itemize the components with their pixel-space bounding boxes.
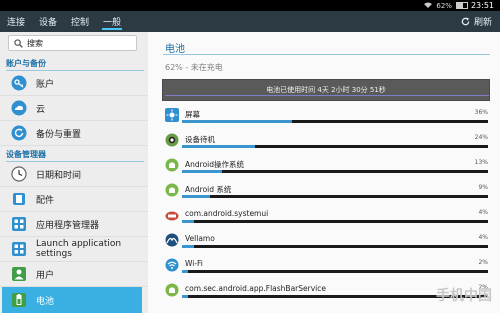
sidebar-item-date-time[interactable]: 日期和时间 — [0, 162, 148, 187]
battery-item-track — [182, 220, 488, 223]
section-device-manager: 设备管理器 — [6, 149, 144, 162]
user-icon — [11, 266, 27, 282]
tab-bar: 连接 设备 控制 一般 刷新 — [0, 11, 500, 32]
battery-usage-graph[interactable]: 电池已使用时间 4天 2小时 30分 51秒 — [162, 79, 490, 101]
backup-icon — [11, 125, 27, 141]
battery-item-name: Vellamo — [185, 234, 215, 243]
sidebar-item-label: 账户 — [36, 79, 55, 90]
sidebar-item-label: 用户 — [36, 270, 55, 281]
battery-panel: 电池 62% - 未在充电 电池已使用时间 4天 2小时 30分 51秒 屏幕 … — [148, 32, 500, 313]
battery-percent: 62% — [436, 1, 452, 10]
battery-item-fill — [182, 245, 195, 248]
battery-item-row[interactable]: 设备待机 24% — [162, 131, 490, 156]
battery-icon — [455, 2, 468, 9]
search-input[interactable]: 搜索 — [8, 35, 137, 51]
sidebar-item-battery[interactable]: 电池 — [2, 287, 142, 313]
watermark: 手机中国 — [436, 288, 492, 304]
status-bar: 62% 23:51 — [0, 0, 500, 11]
android-system-icon — [165, 183, 179, 197]
sidebar-item-app-manager[interactable]: 应用程序管理器 — [0, 212, 148, 237]
settings-sidebar: 搜索 账户与备份 账户 云 备份与重置 设备管理器 日期和时间 配件 应用程序管… — [0, 32, 148, 313]
standby-icon — [165, 133, 179, 147]
sidebar-item-label: 电池 — [36, 296, 55, 307]
clock: 23:51 — [470, 1, 494, 10]
battery-item-track — [182, 245, 488, 248]
vellamo-icon — [165, 233, 179, 247]
sidebar-item-cloud[interactable]: 云 — [0, 96, 148, 121]
battery-item-name: Wi-Fi — [185, 259, 203, 268]
battery-icon — [11, 292, 27, 308]
battery-item-name: Android操作系统 — [185, 160, 244, 169]
sidebar-item-backup-reset[interactable]: 备份与重置 — [0, 121, 148, 146]
search-placeholder: 搜索 — [27, 38, 43, 48]
sidebar-item-label: 备份与重置 — [36, 129, 82, 140]
battery-item-track — [182, 170, 488, 173]
battery-item-fill — [182, 295, 189, 298]
section-accounts-backup: 账户与备份 — [6, 58, 144, 71]
battery-item-name: com.android.systemui — [185, 209, 269, 218]
wifi-icon — [165, 258, 179, 272]
battery-item-row[interactable]: 屏幕 36% — [162, 106, 490, 131]
search-icon — [14, 38, 23, 48]
battery-item-track — [182, 145, 488, 148]
battery-item-percent: 4% — [478, 209, 488, 216]
battery-item-fill — [182, 270, 189, 273]
sidebar-item-launch-settings[interactable]: Launch application settings — [0, 237, 148, 262]
wifi-icon — [424, 2, 433, 10]
android-icon — [165, 158, 179, 172]
tab-device[interactable]: 设备 — [32, 11, 64, 32]
accessory-icon — [11, 191, 27, 207]
battery-item-name: Android 系统 — [185, 185, 232, 194]
battery-item-row[interactable]: Vellamo 4% — [162, 231, 490, 256]
battery-item-row[interactable]: com.android.systemui 4% — [162, 206, 490, 231]
battery-item-fill — [182, 220, 195, 223]
launch-grid-icon — [11, 241, 27, 257]
display-icon — [165, 108, 179, 122]
refresh-label: 刷新 — [473, 18, 492, 28]
battery-item-row[interactable]: Android操作系统 13% — [162, 156, 490, 181]
battery-item-track — [182, 270, 488, 273]
battery-item-percent: 24% — [474, 134, 488, 141]
clock-icon — [11, 166, 27, 182]
battery-item-row[interactable]: Android 系统 9% — [162, 181, 490, 206]
battery-item-row[interactable]: Wi-Fi 2% — [162, 256, 490, 281]
sidebar-item-label: 日期和时间 — [36, 170, 82, 181]
tab-controls[interactable]: 控制 — [64, 11, 96, 32]
battery-item-fill — [182, 195, 210, 198]
battery-item-track — [182, 120, 488, 123]
tab-connections[interactable]: 连接 — [0, 11, 32, 32]
sidebar-item-label: 云 — [36, 104, 46, 115]
page-title: 电池 — [165, 44, 185, 55]
sidebar-item-label: 应用程序管理器 — [36, 220, 100, 231]
battery-item-name: com.sec.android.app.FlashBarService — [185, 284, 326, 293]
key-icon — [11, 75, 27, 91]
battery-item-percent: 4% — [478, 234, 488, 241]
battery-item-name: 设备待机 — [185, 135, 215, 144]
battery-item-percent: 36% — [474, 109, 488, 116]
title-divider — [163, 54, 490, 55]
battery-item-fill — [182, 145, 256, 148]
cloud-icon — [11, 100, 27, 116]
refresh-button[interactable]: 刷新 — [461, 11, 492, 32]
battery-item-fill — [182, 170, 222, 173]
battery-status: 62% - 未在充电 — [165, 63, 223, 72]
graph-line — [165, 95, 489, 96]
battery-item-percent: 2% — [478, 259, 488, 266]
tab-general[interactable]: 一般 — [96, 11, 128, 32]
battery-item-percent: 13% — [474, 159, 488, 166]
battery-item-track — [182, 195, 488, 198]
sidebar-item-users[interactable]: 用户 — [0, 262, 148, 287]
sidebar-item-label: 配件 — [36, 195, 55, 206]
systemui-icon — [165, 208, 179, 222]
sidebar-item-accessories[interactable]: 配件 — [0, 187, 148, 212]
battery-item-fill — [182, 120, 293, 123]
battery-item-name: 屏幕 — [185, 110, 200, 119]
refresh-icon — [461, 17, 470, 26]
apps-grid-icon — [11, 216, 27, 232]
sidebar-item-accounts[interactable]: 账户 — [0, 71, 148, 96]
flashbar-icon — [165, 283, 179, 297]
battery-item-percent: 9% — [478, 184, 488, 191]
sidebar-item-label: Launch application settings — [36, 239, 122, 259]
battery-usage-time: 电池已使用时间 4天 2小时 30分 51秒 — [266, 86, 386, 94]
